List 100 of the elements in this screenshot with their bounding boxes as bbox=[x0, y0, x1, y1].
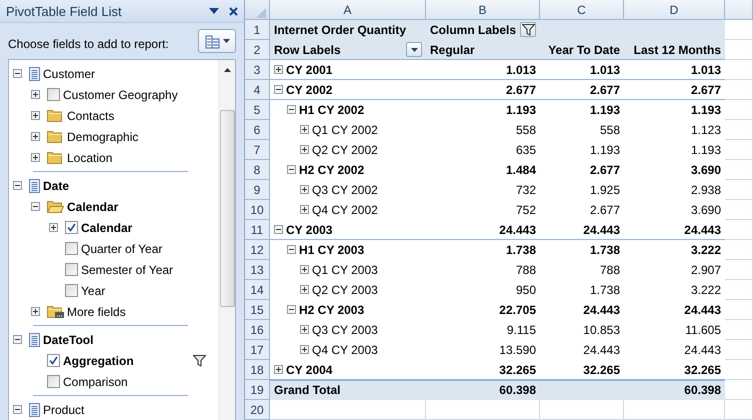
scrollbar[interactable] bbox=[218, 60, 235, 420]
row-label: H1 CY 2003 bbox=[299, 242, 364, 256]
checkbox[interactable] bbox=[47, 88, 60, 101]
column-labels: Column Labels bbox=[426, 20, 540, 40]
collapse-icon[interactable] bbox=[13, 335, 22, 344]
field-name[interactable]: Aggregation bbox=[63, 354, 193, 368]
row-number[interactable]: 16 bbox=[245, 320, 270, 340]
expand-icon[interactable] bbox=[300, 205, 309, 214]
checkbox[interactable] bbox=[47, 354, 60, 367]
column-header[interactable]: B bbox=[426, 0, 540, 20]
row-number[interactable]: 13 bbox=[245, 260, 270, 280]
field-name[interactable]: Calendar bbox=[67, 200, 218, 214]
row-label: H2 CY 2003 bbox=[299, 302, 364, 316]
checkbox[interactable] bbox=[65, 242, 78, 255]
collapse-icon[interactable] bbox=[287, 245, 296, 254]
row-number[interactable]: 12 bbox=[245, 240, 270, 260]
close-icon[interactable] bbox=[229, 6, 238, 16]
expand-icon[interactable] bbox=[31, 132, 40, 141]
expand-icon[interactable] bbox=[31, 90, 40, 99]
expand-icon[interactable] bbox=[274, 65, 283, 74]
field-name[interactable]: Customer Geography bbox=[63, 88, 218, 102]
collapse-icon[interactable] bbox=[287, 105, 296, 114]
checkbox[interactable] bbox=[65, 284, 78, 297]
table-icon bbox=[29, 66, 40, 80]
field-name[interactable]: Location bbox=[67, 150, 218, 164]
expand-icon[interactable] bbox=[31, 307, 40, 316]
filter-dropdown-button[interactable] bbox=[520, 22, 536, 37]
collapse-icon[interactable] bbox=[287, 305, 296, 314]
corner-triangle-icon bbox=[256, 8, 266, 18]
row-number[interactable]: 1 bbox=[245, 20, 270, 40]
row-label: Q1 CY 2002 bbox=[312, 122, 378, 136]
column-header[interactable]: D bbox=[624, 0, 725, 20]
row-number[interactable]: 11 bbox=[245, 220, 270, 240]
expand-icon[interactable] bbox=[300, 285, 309, 294]
folder-icon bbox=[47, 200, 64, 213]
field-name[interactable]: Contacts bbox=[67, 108, 218, 122]
expand-icon[interactable] bbox=[300, 265, 309, 274]
expand-icon[interactable] bbox=[300, 145, 309, 154]
expand-icon[interactable] bbox=[31, 153, 40, 162]
layout-icon bbox=[204, 34, 220, 48]
expand-icon[interactable] bbox=[300, 325, 309, 334]
field-name[interactable]: DateTool bbox=[43, 332, 218, 346]
expand-icon[interactable] bbox=[300, 125, 309, 134]
folder-dots-icon bbox=[47, 305, 64, 318]
table-icon bbox=[29, 178, 40, 192]
field-name[interactable]: Product bbox=[43, 402, 218, 416]
collapse-icon[interactable] bbox=[274, 225, 283, 234]
row-number[interactable]: 10 bbox=[245, 200, 270, 220]
row-number[interactable]: 4 bbox=[245, 80, 270, 100]
row-number[interactable]: 8 bbox=[245, 160, 270, 180]
row-label: Q2 CY 2003 bbox=[312, 282, 378, 296]
field-name[interactable]: Comparison bbox=[63, 374, 218, 388]
expand-icon[interactable] bbox=[300, 345, 309, 354]
dropdown-icon[interactable] bbox=[209, 8, 219, 14]
row-number[interactable]: 3 bbox=[245, 60, 270, 80]
row-number[interactable]: 15 bbox=[245, 300, 270, 320]
total-cell: 60.398 bbox=[624, 380, 725, 400]
field-name[interactable]: Customer bbox=[43, 66, 218, 80]
measure-name: Internet Order Quantity bbox=[270, 20, 426, 40]
collapse-icon[interactable] bbox=[13, 69, 22, 78]
collapse-icon[interactable] bbox=[13, 405, 22, 414]
scroll-thumb[interactable] bbox=[220, 110, 234, 307]
column-header[interactable]: C bbox=[540, 0, 624, 20]
field-name[interactable]: Date bbox=[43, 178, 218, 192]
collapse-icon[interactable] bbox=[31, 202, 40, 211]
row-number[interactable]: 19 bbox=[245, 380, 270, 400]
row-number[interactable]: 2 bbox=[245, 40, 270, 60]
expand-icon[interactable] bbox=[274, 365, 283, 374]
collapse-icon[interactable] bbox=[274, 85, 283, 94]
expand-icon[interactable] bbox=[31, 111, 40, 120]
field-name[interactable]: Calendar bbox=[81, 220, 218, 234]
column-header[interactable]: A bbox=[270, 0, 426, 20]
row-number[interactable]: 20 bbox=[245, 400, 270, 420]
dropdown-button[interactable] bbox=[406, 42, 422, 57]
row-label: Q4 CY 2002 bbox=[312, 202, 378, 216]
field-name[interactable]: Year bbox=[81, 284, 218, 298]
checkbox[interactable] bbox=[47, 375, 60, 388]
field-name[interactable]: Quarter of Year bbox=[81, 242, 218, 256]
row-number[interactable]: 14 bbox=[245, 280, 270, 300]
row-number[interactable]: 9 bbox=[245, 180, 270, 200]
row-number[interactable]: 18 bbox=[245, 360, 270, 380]
collapse-icon[interactable] bbox=[13, 181, 22, 190]
row-label: Q3 CY 2002 bbox=[312, 182, 378, 196]
row-number[interactable]: 6 bbox=[245, 120, 270, 140]
collapse-icon[interactable] bbox=[287, 165, 296, 174]
expand-icon[interactable] bbox=[300, 185, 309, 194]
field-name[interactable]: More fields bbox=[67, 304, 218, 318]
expand-icon[interactable] bbox=[49, 223, 58, 232]
scroll-up-icon[interactable] bbox=[224, 68, 230, 72]
row-number[interactable]: 7 bbox=[245, 140, 270, 160]
checkbox[interactable] bbox=[65, 221, 78, 234]
column-label: Year To Date bbox=[540, 40, 624, 60]
field-name[interactable]: Demographic bbox=[67, 130, 218, 144]
field-name[interactable]: Semester of Year bbox=[81, 262, 218, 276]
row-number[interactable]: 17 bbox=[245, 340, 270, 360]
row-label: Q2 CY 2002 bbox=[312, 142, 378, 156]
layout-button[interactable] bbox=[198, 29, 236, 53]
row-label: Q3 CY 2003 bbox=[312, 322, 378, 336]
row-number[interactable]: 5 bbox=[245, 100, 270, 120]
checkbox[interactable] bbox=[65, 263, 78, 276]
